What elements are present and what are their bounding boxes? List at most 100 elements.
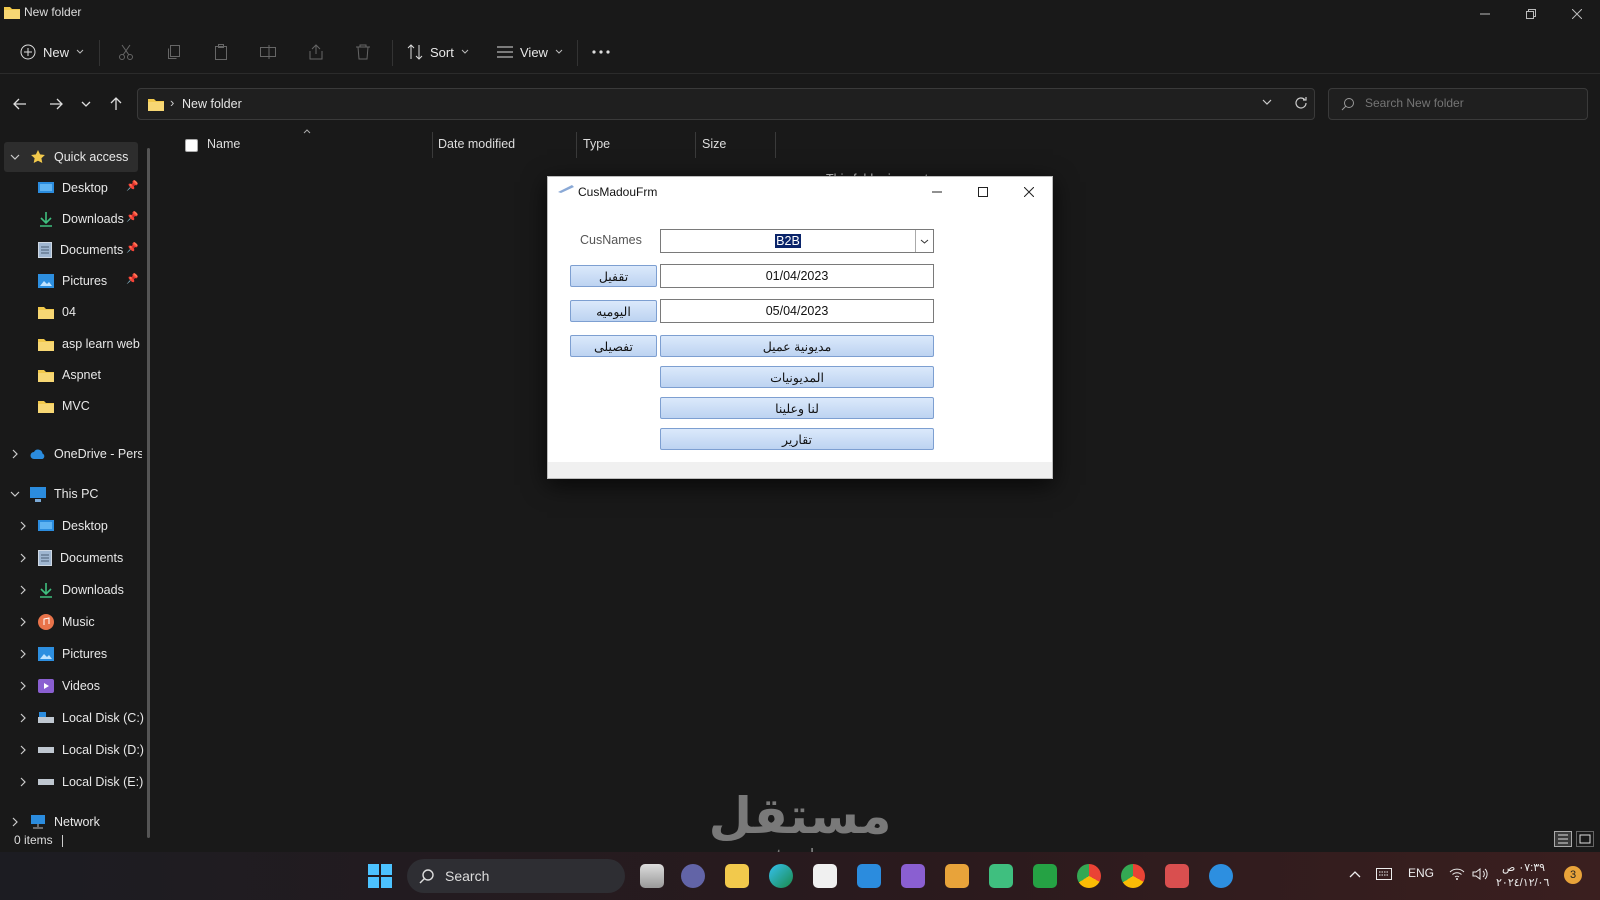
chevron-right-icon[interactable] [18, 649, 28, 659]
address-bar[interactable]: › New folder [137, 88, 1315, 120]
chevron-right-icon[interactable] [10, 449, 20, 459]
sidebar-item-music[interactable]: Music [38, 608, 95, 636]
sidebar-item-pictures[interactable]: Pictures [38, 267, 107, 295]
wifi-icon[interactable] [1449, 868, 1465, 880]
chevron-right-icon[interactable] [10, 817, 20, 827]
start-button[interactable] [368, 864, 392, 888]
edge-icon[interactable] [769, 864, 793, 888]
column-header-date-modified[interactable]: Date modified [438, 137, 515, 151]
chevron-right-icon[interactable] [18, 681, 28, 691]
file-explorer-icon[interactable] [725, 864, 749, 888]
column-divider[interactable] [576, 132, 577, 158]
select-all-checkbox[interactable] [185, 139, 198, 152]
cut-button[interactable] [118, 38, 134, 66]
sidebar-item-disk-d[interactable]: Local Disk (D:) [38, 736, 144, 764]
pin-icon[interactable]: 📌 [126, 274, 138, 285]
app-icon[interactable] [1209, 864, 1233, 888]
keyboard-icon[interactable] [1376, 868, 1392, 880]
paste-button[interactable] [213, 38, 229, 66]
chrome-icon[interactable] [1121, 864, 1145, 888]
sidebar-item-pictures[interactable]: Pictures [38, 640, 107, 668]
chevron-right-icon[interactable] [18, 553, 28, 563]
date-from-field[interactable]: 01/04/2023 [660, 264, 934, 288]
detail-button[interactable]: تفصيلى [570, 335, 657, 357]
app-icon[interactable] [1165, 864, 1189, 888]
chevron-down-icon[interactable] [915, 230, 933, 252]
share-button[interactable] [308, 38, 324, 66]
chevron-down-icon[interactable] [10, 489, 20, 499]
customer-debt-button[interactable]: مديونية عميل [660, 335, 934, 357]
taskbar-search[interactable]: Search [407, 859, 625, 893]
sidebar-item-documents[interactable]: Documents [38, 544, 123, 572]
column-divider[interactable] [432, 132, 433, 158]
details-view-icon[interactable] [1554, 831, 1572, 847]
sidebar-item-folder[interactable]: Aspnet [38, 361, 101, 389]
visual-studio-icon[interactable] [901, 864, 925, 888]
search-input[interactable] [1365, 96, 1575, 110]
chevron-right-icon[interactable] [18, 617, 28, 627]
sidebar-item-downloads[interactable]: Downloads [38, 205, 124, 233]
search-box[interactable] [1328, 88, 1588, 120]
vscode-icon[interactable] [857, 864, 881, 888]
sidebar-item-videos[interactable]: Videos [38, 672, 100, 700]
dialog-close-button[interactable] [1006, 177, 1052, 207]
daily-button[interactable]: اليوميه [570, 300, 657, 322]
pin-icon[interactable]: 📌 [126, 181, 138, 192]
chevron-right-icon[interactable] [18, 777, 28, 787]
date-to-field[interactable]: 05/04/2023 [660, 299, 934, 323]
language-indicator[interactable]: ENG [1408, 866, 1434, 880]
app-icon[interactable] [989, 864, 1013, 888]
restore-button[interactable] [1508, 0, 1554, 28]
column-header-type[interactable]: Type [583, 137, 610, 151]
clock-date[interactable]: ٢٠٢٤/١٢/٠٦ [1496, 876, 1549, 889]
close-period-button[interactable]: تقفيل [570, 265, 657, 287]
sidebar-item-network[interactable]: Network [30, 808, 100, 836]
task-view-icon[interactable] [640, 864, 664, 888]
clock-time[interactable]: ٠٧:٣٩ ص [1502, 861, 1545, 874]
chrome-icon[interactable] [1077, 864, 1101, 888]
close-button[interactable] [1554, 0, 1600, 28]
sidebar-item-disk-e[interactable]: Local Disk (E:) [38, 768, 143, 796]
debts-button[interactable]: المديونيات [660, 366, 934, 388]
sidebar-item-disk-c[interactable]: Local Disk (C:) [38, 704, 144, 732]
up-button[interactable] [102, 90, 130, 118]
refresh-icon[interactable] [1294, 96, 1308, 110]
cus-names-combobox[interactable]: B2B [660, 229, 934, 253]
sidebar-item-downloads[interactable]: Downloads [38, 576, 124, 604]
reports-button[interactable]: تقارير [660, 428, 934, 450]
back-button[interactable] [6, 90, 34, 118]
sidebar-item-desktop[interactable]: Desktop [38, 174, 108, 202]
volume-icon[interactable] [1472, 868, 1488, 880]
dialog-minimize-button[interactable] [914, 177, 960, 207]
breadcrumb[interactable]: New folder [182, 97, 242, 111]
sidebar-item-folder[interactable]: MVC [38, 392, 90, 420]
column-divider[interactable] [775, 132, 776, 158]
receivables-button[interactable]: لنا وعلينا [660, 397, 934, 419]
rename-button[interactable] [260, 38, 276, 66]
minimize-button[interactable] [1462, 0, 1508, 28]
chevron-up-icon[interactable] [1349, 871, 1361, 878]
sidebar-item-desktop[interactable]: Desktop [38, 512, 108, 540]
delete-button[interactable] [355, 38, 371, 66]
chevron-down-icon[interactable] [10, 152, 20, 162]
store-icon[interactable] [813, 864, 837, 888]
sidebar-item-documents[interactable]: Documents [38, 236, 123, 264]
column-header-name[interactable]: Name [207, 137, 240, 151]
app-icon[interactable] [945, 864, 969, 888]
sidebar-item-folder[interactable]: asp learn web s [38, 330, 142, 358]
forward-button[interactable] [42, 90, 70, 118]
sidebar-scrollbar[interactable] [147, 148, 150, 838]
messaging-icon[interactable] [1033, 864, 1057, 888]
copy-button[interactable] [166, 38, 182, 66]
column-header-size[interactable]: Size [702, 137, 726, 151]
chevron-right-icon[interactable] [18, 745, 28, 755]
pin-icon[interactable]: 📌 [126, 243, 138, 254]
recent-locations-button[interactable] [72, 90, 100, 118]
view-button[interactable]: View [497, 38, 563, 66]
more-options-button[interactable] [592, 38, 610, 66]
notification-badge[interactable]: 3 [1564, 866, 1582, 884]
teams-icon[interactable] [681, 864, 705, 888]
sidebar-item-onedrive[interactable]: OneDrive - Perso [30, 440, 142, 468]
chevron-right-icon[interactable] [18, 521, 28, 531]
sort-button[interactable]: Sort [407, 38, 469, 66]
